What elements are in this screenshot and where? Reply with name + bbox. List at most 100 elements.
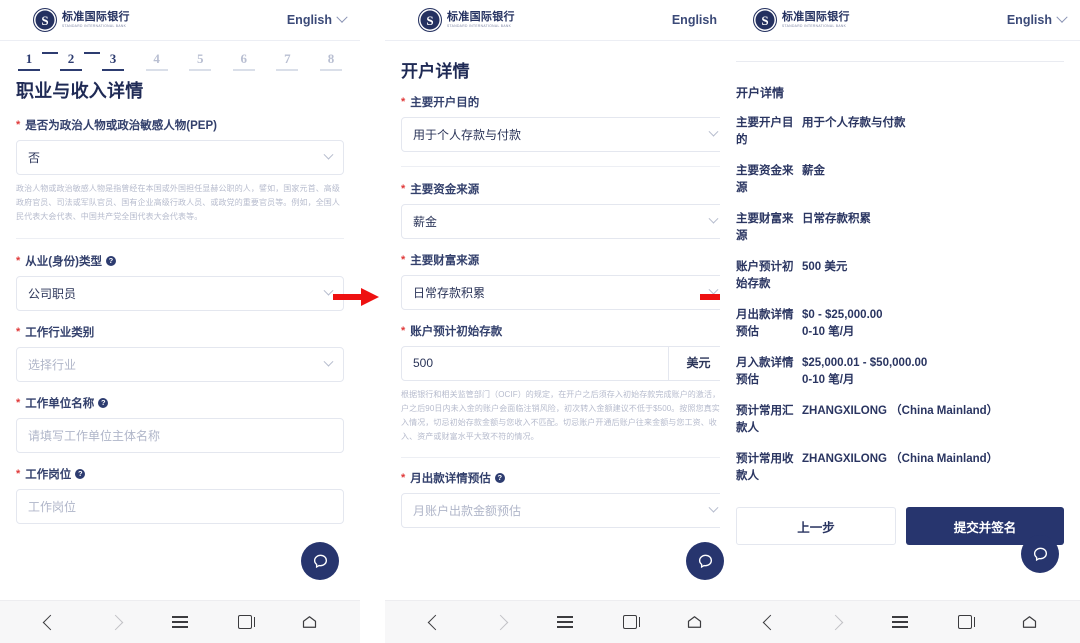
language-label: English <box>671 13 717 27</box>
field-monthly-outflow: * 月出款详情预估 ? 月账户出款金额预估 <box>401 470 729 528</box>
step-8[interactable]: 8 <box>319 51 342 71</box>
initial-deposit-input[interactable]: 500 <box>402 347 668 380</box>
summary-row: 主要财富来源 日常存款积累 <box>736 211 1064 245</box>
industry-select[interactable]: 选择行业 <box>16 347 344 382</box>
field-industry: * 工作行业类别 选择行业 <box>16 324 344 382</box>
label-text: 主要财富来源 <box>410 255 480 267</box>
help-icon[interactable]: ? <box>98 398 109 408</box>
nav-menu-button[interactable] <box>881 607 919 637</box>
summary-row: 月出款详情预估 $0 - $25,000.00 0-10 笔/月 <box>736 307 1064 341</box>
nav-forward-button[interactable] <box>816 607 854 637</box>
required-asterisk: * <box>401 254 406 266</box>
chevron-left-icon <box>762 614 779 630</box>
nav-tabs-button[interactable] <box>946 607 984 637</box>
chevron-down-icon <box>323 356 334 367</box>
step-number: 1 <box>25 51 33 66</box>
employer-name-input[interactable]: 请填写工作单位主体名称 <box>16 418 344 453</box>
label-text: 账户预计初始存款 <box>410 326 503 338</box>
help-icon[interactable]: ? <box>105 256 116 266</box>
chat-fab-3[interactable] <box>1021 535 1059 573</box>
account-purpose-select[interactable]: 用于个人存款与付款 <box>401 117 729 152</box>
nav-back-button[interactable] <box>416 607 454 637</box>
summary-row: 主要开户目的 用于个人存款与付款 <box>736 115 1064 149</box>
currency-suffix: 美元 <box>668 347 728 380</box>
summary-key: 月入款详情预估 <box>736 357 794 386</box>
field-label: * 工作行业类别 <box>16 324 344 340</box>
chevron-right-icon <box>107 614 123 630</box>
field-label: * 主要资金来源 <box>401 181 729 197</box>
nav-menu-button[interactable] <box>161 607 199 637</box>
field-position: * 工作岗位 ? 工作岗位 <box>16 466 344 524</box>
bank-logo-3: S 标准国际银行 STANDARD INTERNATIONAL BANK <box>753 8 850 32</box>
language-selector-1[interactable]: English <box>286 11 348 27</box>
step-1[interactable]: 1 <box>18 51 40 71</box>
step-4[interactable]: 4 <box>145 51 168 71</box>
field-employer-name: * 工作单位名称 ? 请填写工作单位主体名称 <box>16 395 344 453</box>
nav-menu-button[interactable] <box>546 607 584 637</box>
monthly-outflow-select[interactable]: 月账户出款金额预估 <box>401 493 729 528</box>
logo-name-en: STANDARD INTERNATIONAL BANK <box>62 23 127 28</box>
phone-panel-3: S 标准国际银行 STANDARD INTERNATIONAL BANK Eng… <box>720 0 1080 643</box>
chevron-left-icon <box>427 614 444 630</box>
logo-name-en: STANDARD INTERNATIONAL BANK <box>447 23 512 28</box>
employment-type-select[interactable]: 公司职员 <box>16 276 344 311</box>
language-label: English <box>286 13 332 27</box>
field-account-purpose: * 主要开户目的 用于个人存款与付款 <box>401 94 729 152</box>
step-bar <box>276 69 299 71</box>
chevron-right-icon <box>492 614 508 630</box>
language-selector-3[interactable]: English <box>1007 11 1068 27</box>
chevron-right-icon <box>827 614 843 630</box>
nav-home-button[interactable] <box>291 607 329 637</box>
help-icon[interactable]: ? <box>75 469 86 479</box>
summary-value: 用于个人存款与付款 <box>802 117 906 129</box>
nav-back-button[interactable] <box>31 607 69 637</box>
nav-tabs-button[interactable] <box>226 607 264 637</box>
step-2[interactable]: 2 <box>60 51 82 71</box>
nav-forward-button[interactable] <box>96 607 134 637</box>
step-6[interactable]: 6 <box>232 51 255 71</box>
summary-value: $25,000.01 - $50,000.00 0-10 笔/月 <box>802 355 1064 389</box>
nav-home-button[interactable] <box>676 607 714 637</box>
app-header-3: S 标准国际银行 STANDARD INTERNATIONAL BANK Eng… <box>720 0 1080 40</box>
nav-tabs-button[interactable] <box>611 607 649 637</box>
bottom-navbar-3 <box>720 600 1080 643</box>
step-indicator: 1 2 3 4 5 6 7 8 <box>16 51 344 71</box>
step-number: 2 <box>67 51 75 66</box>
step-7[interactable]: 7 <box>276 51 299 71</box>
initial-deposit-input-group[interactable]: 500 美元 <box>401 346 729 381</box>
field-label: * 账户预计初始存款 <box>401 323 729 339</box>
chevron-down-icon <box>708 126 719 137</box>
step-bar <box>319 69 342 71</box>
nav-forward-button[interactable] <box>481 607 519 637</box>
step-bar <box>232 69 255 71</box>
label-text: 工作岗位 <box>25 469 72 481</box>
step-number: 6 <box>240 51 248 66</box>
step-3[interactable]: 3 <box>102 51 124 71</box>
fund-source-select[interactable]: 薪金 <box>401 204 729 239</box>
nav-home-button[interactable] <box>1011 607 1049 637</box>
required-asterisk: * <box>16 397 21 409</box>
summary-key: 主要资金来源 <box>736 165 794 194</box>
pep-select[interactable]: 否 <box>16 140 344 175</box>
hamburger-menu-icon <box>891 613 908 631</box>
step-bar <box>18 69 40 71</box>
chevron-down-icon <box>323 149 334 160</box>
select-value: 日常存款积累 <box>413 286 486 300</box>
position-input[interactable]: 工作岗位 <box>16 489 344 524</box>
field-label: * 月出款详情预估 ? <box>401 470 729 486</box>
step-connector-1-2 <box>42 52 58 54</box>
chat-bubble-icon <box>1033 547 1047 561</box>
field-label: * 工作岗位 ? <box>16 466 344 482</box>
tabs-square-icon <box>622 615 641 629</box>
back-button[interactable]: 上一步 <box>736 507 896 545</box>
wealth-source-select[interactable]: 日常存款积累 <box>401 275 729 310</box>
help-icon[interactable]: ? <box>494 473 505 483</box>
chat-fab-2[interactable] <box>686 542 724 580</box>
required-asterisk: * <box>401 325 406 337</box>
bottom-navbar-2 <box>385 600 745 643</box>
page-title-1: 职业与收入详情 <box>16 81 144 101</box>
nav-back-button[interactable] <box>751 607 789 637</box>
chat-fab-1[interactable] <box>301 542 339 580</box>
step-bar <box>189 69 212 71</box>
step-5[interactable]: 5 <box>189 51 212 71</box>
